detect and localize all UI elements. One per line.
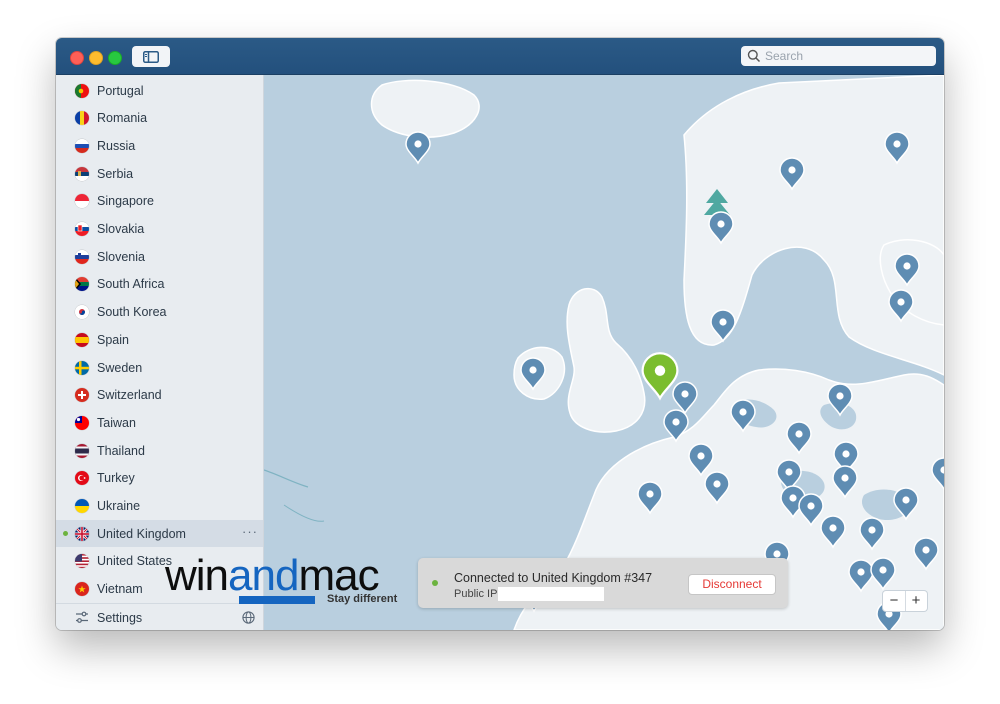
south-korea-flag-icon	[75, 305, 89, 320]
country-item-slovenia[interactable]: Slovenia	[56, 243, 263, 270]
country-name: Thailand	[97, 443, 145, 458]
vietnam-flag-icon	[75, 582, 89, 597]
sidebar-icon	[143, 50, 159, 63]
country-name: Sweden	[97, 360, 143, 375]
taiwan-flag-icon	[75, 415, 89, 430]
country-name: South Africa	[97, 277, 165, 292]
close-window-button[interactable]	[70, 51, 84, 65]
sliders-icon	[76, 611, 88, 623]
search-icon	[747, 49, 761, 63]
search-field[interactable]: Search	[741, 46, 936, 66]
sweden-flag-icon	[75, 360, 89, 375]
south-africa-flag-icon	[75, 277, 89, 292]
watermark-underline	[239, 596, 315, 604]
watermark-tagline: Stay different	[327, 593, 398, 605]
connected-dot	[63, 531, 68, 537]
country-name: Serbia	[97, 166, 134, 181]
country-name: Vietnam	[97, 582, 143, 597]
more-options-icon[interactable]: ···	[242, 524, 258, 539]
zoom-window-button[interactable]	[108, 51, 122, 65]
united-kingdom-flag-icon	[75, 526, 89, 541]
country-item-ukraine[interactable]: Ukraine	[56, 493, 263, 520]
land-iceland	[370, 79, 480, 138]
country-sidebar: Portugal Romania Russia Serbia Singapore Slov…	[56, 75, 264, 630]
united-states-flag-icon	[75, 554, 89, 569]
minimize-window-button[interactable]	[89, 51, 103, 65]
country-item-serbia[interactable]: Serbia	[56, 160, 263, 187]
country-item-switzerland[interactable]: Switzerland	[56, 382, 263, 409]
connection-status-text: Connected to United Kingdom #347	[454, 571, 653, 585]
country-name: Russia	[97, 138, 136, 153]
slovakia-flag-icon	[75, 222, 89, 236]
country-name: Slovakia	[97, 222, 145, 236]
slovenia-flag-icon	[75, 249, 89, 264]
winandmac-watermark: winandmac Stay different	[165, 552, 405, 608]
country-item-south-africa[interactable]: South Africa	[56, 271, 263, 298]
country-item-slovakia[interactable]: Slovakia	[56, 216, 263, 243]
country-name: Taiwan	[97, 415, 136, 430]
country-name: Spain	[97, 332, 129, 347]
connection-status-panel: Connected to United Kingdom #347 Public …	[418, 558, 788, 608]
russia-flag-icon	[75, 138, 89, 153]
country-item-sweden[interactable]: Sweden	[56, 354, 263, 381]
country-item-spain[interactable]: Spain	[56, 326, 263, 353]
serbia-flag-icon	[75, 166, 89, 181]
zoom-out-button[interactable]: −	[883, 591, 906, 611]
country-item-taiwan[interactable]: Taiwan	[56, 409, 263, 436]
country-item-russia[interactable]: Russia	[56, 132, 263, 159]
country-name: Slovenia	[97, 249, 145, 264]
country-name: United Kingdom	[97, 526, 186, 541]
sidebar-toggle-button[interactable]	[132, 46, 170, 67]
world-map[interactable]	[264, 75, 944, 630]
thailand-flag-icon	[75, 443, 89, 458]
country-item-thailand[interactable]: Thailand	[56, 437, 263, 464]
public-ip-value	[498, 587, 604, 601]
country-name: Ukraine	[97, 499, 141, 513]
globe-icon[interactable]	[242, 611, 255, 624]
portugal-flag-icon	[75, 83, 89, 98]
titlebar: Search	[56, 38, 944, 75]
country-item-portugal[interactable]: Portugal	[56, 77, 263, 104]
turkey-flag-icon	[75, 471, 89, 486]
singapore-flag-icon	[75, 194, 89, 209]
zoom-controls: − +	[883, 591, 927, 611]
zoom-in-button[interactable]: +	[905, 591, 927, 611]
country-name: Turkey	[97, 471, 135, 486]
country-item-united-kingdom[interactable]: United Kingdom ···	[56, 520, 263, 548]
country-item-romania[interactable]: Romania	[56, 105, 263, 132]
ukraine-flag-icon	[75, 499, 89, 513]
country-name: Singapore	[97, 194, 154, 209]
public-ip-label: Public IP:	[454, 588, 501, 600]
romania-flag-icon	[75, 111, 89, 126]
disconnect-button[interactable]: Disconnect	[688, 574, 776, 595]
settings-label: Settings	[97, 611, 143, 625]
country-name: Romania	[97, 111, 148, 126]
app-window: Search Portugal Romania Russia Serbia Singap…	[56, 38, 944, 630]
switzerland-flag-icon	[75, 388, 89, 403]
country-item-singapore[interactable]: Singapore	[56, 188, 263, 215]
country-name: South Korea	[97, 305, 167, 320]
country-name: Switzerland	[97, 388, 162, 403]
country-name: United States	[97, 554, 173, 569]
map-canvas[interactable]	[264, 75, 944, 630]
country-item-south-korea[interactable]: South Korea	[56, 299, 263, 326]
search-placeholder: Search	[765, 49, 804, 63]
country-item-turkey[interactable]: Turkey	[56, 465, 263, 492]
connected-indicator	[432, 580, 438, 586]
country-name: Portugal	[97, 83, 144, 98]
spain-flag-icon	[75, 332, 89, 347]
